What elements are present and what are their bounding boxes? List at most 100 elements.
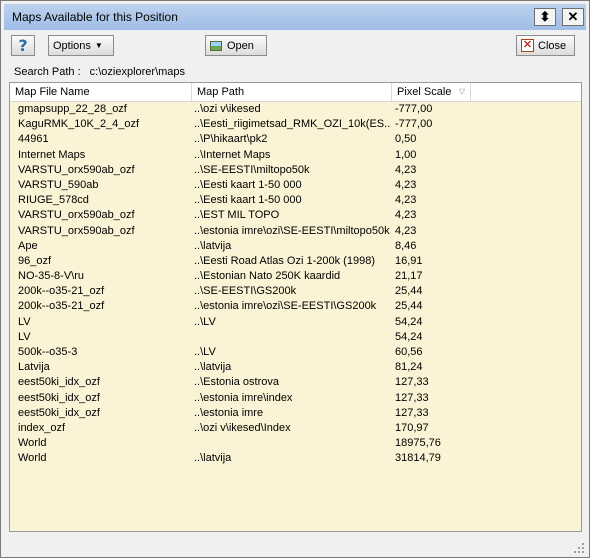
search-path: Search Path : c:\oziexplorer\maps	[14, 66, 185, 78]
list-header: Map File Name Map Path Pixel Scale ▽	[10, 83, 581, 102]
map-file-name-cell: 96_ozf	[18, 254, 52, 267]
maps-list[interactable]: Map File Name Map Path Pixel Scale ▽ gmap…	[9, 82, 582, 532]
map-path-cell: ..\P\hikaart\pk2	[194, 133, 268, 146]
map-path-cell: ..\Eesti Road Atlas Ozi 1-200k (1998)	[194, 254, 375, 267]
open-button[interactable]: Open	[205, 35, 267, 56]
options-button[interactable]: Options ▼	[48, 35, 114, 56]
map-path-cell: ..\Estonia ostrova	[194, 376, 279, 389]
table-row[interactable]: World 18975,76	[10, 436, 581, 451]
pixel-scale-cell: 4,23	[395, 209, 417, 222]
map-path-cell: ..\latvija	[194, 239, 232, 252]
map-file-name-cell: RIUGE_578cd	[18, 194, 89, 207]
table-row[interactable]: 44961 ..\P\hikaart\pk2 0,50	[10, 132, 581, 147]
map-file-name-cell: 44961	[18, 133, 49, 146]
pixel-scale-cell: 127,33	[395, 391, 429, 404]
table-row[interactable]: VARSTU_orx590ab_ozf ..\SE-EESTI\miltopo50…	[10, 163, 581, 178]
table-row[interactable]: 96_ozf ..\Eesti Road Atlas Ozi 1-200k (19…	[10, 254, 581, 269]
map-path-cell: ..\latvija	[194, 361, 232, 374]
map-path-cell: ..\LV	[194, 315, 216, 328]
table-row[interactable]: eest50ki_idx_ozf ..\estonia imre 127,33	[10, 406, 581, 421]
pixel-scale-cell: 31814,79	[395, 452, 441, 465]
pixel-scale-cell: 4,23	[395, 224, 417, 237]
table-row[interactable]: VARSTU_orx590ab_ozf ..\EST MIL TOPO 4,23	[10, 208, 581, 223]
map-file-name-cell: gmapsupp_22_28_ozf	[18, 103, 127, 115]
table-row[interactable]: 500k--o35-3 ..\LV 60,56	[10, 345, 581, 360]
map-file-name-cell: NO-35-8-V\ru	[18, 270, 85, 283]
image-icon	[210, 40, 222, 51]
pixel-scale-cell: 8,46	[395, 239, 417, 252]
table-row[interactable]: 200k--o35-21_ozf ..\estonia imre\ozi\SE-E…	[10, 299, 581, 314]
map-file-name-cell: eest50ki_idx_ozf	[18, 391, 100, 404]
map-path-cell: ..\estonia imre\ozi\SE-EESTI\miltopo50k	[194, 224, 390, 237]
table-row[interactable]: RIUGE_578cd ..\Eesti kaart 1-50 000 4,23	[10, 193, 581, 208]
map-file-name-cell: Latvija	[18, 361, 50, 374]
map-path-cell: ..\Internet Maps	[194, 148, 271, 161]
table-row[interactable]: VARSTU_orx590ab_ozf ..\estonia imre\ozi\S…	[10, 224, 581, 239]
table-row[interactable]: KaguRMK_10K_2_4_ozf ..\Eesti_riigimetsad_…	[10, 117, 581, 132]
table-row[interactable]: eest50ki_idx_ozf ..\Estonia ostrova 127,33	[10, 375, 581, 390]
pixel-scale-cell: 127,33	[395, 376, 429, 389]
pixel-scale-cell: 4,23	[395, 194, 417, 207]
search-path-label: Search Path :	[14, 66, 81, 78]
map-path-cell: ..\LV	[194, 346, 216, 358]
map-file-name-cell: Ape	[18, 239, 38, 252]
table-row[interactable]: eest50ki_idx_ozf ..\estonia imre\index 127…	[10, 391, 581, 406]
restore-button[interactable]: ⬍	[534, 8, 556, 26]
map-path-cell: ..\Eesti_riigimetsad_RMK_OZI_10k(ES...	[194, 118, 390, 131]
map-file-name-cell: 200k--o35-21_ozf	[18, 285, 105, 298]
close-button[interactable]: ✕ Close	[516, 35, 575, 56]
table-row[interactable]: NO-35-8-V\ru ..\Estonian Nato 250K kaardi…	[10, 269, 581, 284]
window-close-button[interactable]: ✕	[562, 8, 584, 26]
table-row[interactable]: Latvija ..\latvija 81,24	[10, 360, 581, 375]
map-path-cell: ..\Estonian Nato 250K kaardid	[194, 270, 341, 283]
column-header-empty[interactable]	[471, 83, 581, 101]
pixel-scale-cell: 170,97	[395, 421, 429, 434]
map-file-name-cell: eest50ki_idx_ozf	[18, 376, 100, 389]
map-path-cell: ..\EST MIL TOPO	[194, 209, 280, 222]
table-row[interactable]: 200k--o35-21_ozf ..\SE-EESTI\GS200k 25,44	[10, 284, 581, 299]
table-row[interactable]: LV 54,24	[10, 330, 581, 345]
pixel-scale-cell: 81,24	[395, 361, 423, 374]
map-file-name-cell: Internet Maps	[18, 148, 86, 161]
map-path-cell: ..\estonia imre\ozi\SE-EESTI\GS200k	[194, 300, 377, 313]
map-file-name-cell: eest50ki_idx_ozf	[18, 406, 100, 419]
map-path-cell: ..\SE-EESTI\GS200k	[194, 285, 297, 298]
map-file-name-cell: VARSTU_orx590ab_ozf	[18, 163, 135, 176]
map-file-name-cell: LV	[18, 330, 31, 343]
resize-grip-icon[interactable]	[574, 543, 586, 555]
title-bar[interactable]: Maps Available for this Position ⬍ ✕	[4, 4, 586, 30]
pixel-scale-cell: 127,33	[395, 406, 429, 419]
help-button[interactable]: ?	[11, 35, 35, 56]
map-path-cell: ..\ozi v\ikesed	[194, 103, 261, 115]
table-row[interactable]: index_ozf ..\ozi v\ikesed\Index 170,97	[10, 421, 581, 436]
map-path-cell: ..\Eesti kaart 1-50 000	[194, 194, 302, 207]
table-row[interactable]: Internet Maps ..\Internet Maps 1,00	[10, 148, 581, 163]
options-label: Options	[53, 39, 91, 52]
map-path-cell: ..\ozi v\ikesed\Index	[194, 421, 291, 434]
close-x-icon: ✕	[521, 39, 534, 52]
map-file-name-cell: World	[18, 452, 47, 465]
table-row[interactable]: Ape ..\latvija 8,46	[10, 239, 581, 254]
open-label: Open	[227, 39, 254, 52]
help-icon: ?	[18, 35, 28, 55]
table-row[interactable]: LV ..\LV 54,24	[10, 315, 581, 330]
close-label: Close	[538, 39, 567, 52]
table-row[interactable]: World ..\latvija 31814,79	[10, 451, 581, 466]
list-rows: gmapsupp_22_28_ozf ..\ozi v\ikesed -777,00…	[10, 102, 581, 467]
pixel-scale-cell: 1,00	[395, 148, 417, 161]
pixel-scale-cell: 25,44	[395, 300, 423, 313]
pixel-scale-cell: 4,23	[395, 163, 417, 176]
column-header-map-path[interactable]: Map Path	[192, 83, 392, 101]
map-file-name-cell: VARSTU_orx590ab_ozf	[18, 209, 135, 222]
pixel-scale-cell: 25,44	[395, 285, 423, 298]
resize-icon: ⬍	[539, 9, 551, 24]
column-header-map-file-name[interactable]: Map File Name	[10, 83, 192, 101]
search-path-value: c:\oziexplorer\maps	[89, 66, 186, 78]
map-path-cell: ..\SE-EESTI\miltopo50k	[194, 163, 310, 176]
column-header-pixel-scale[interactable]: Pixel Scale ▽	[392, 83, 471, 101]
table-row[interactable]: gmapsupp_22_28_ozf ..\ozi v\ikesed -777,00	[10, 102, 581, 117]
table-row[interactable]: VARSTU_590ab ..\Eesti kaart 1-50 000 4,23	[10, 178, 581, 193]
pixel-scale-cell: 18975,76	[395, 437, 441, 450]
pixel-scale-cell: 60,56	[395, 346, 423, 358]
pixel-scale-cell: 21,17	[395, 270, 423, 283]
